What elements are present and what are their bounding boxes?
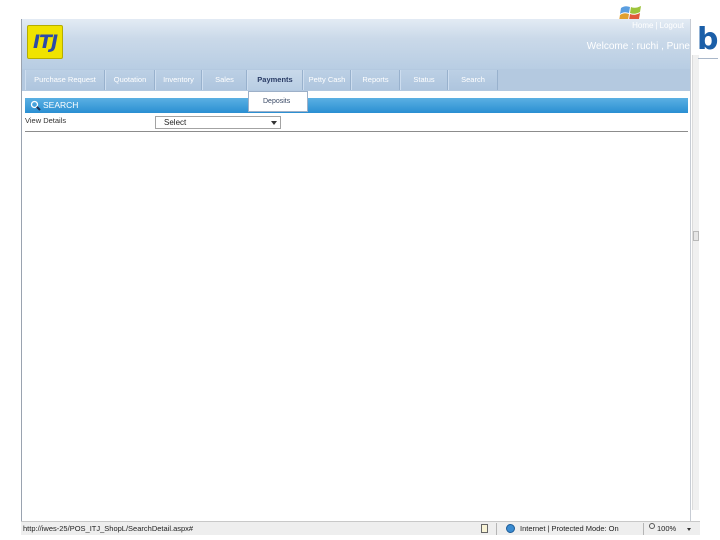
- view-details-select[interactable]: Select: [155, 116, 281, 129]
- browser-status-bar: http://iwes-25/POS_ITJ_ShopL/SearchDetai…: [21, 521, 700, 535]
- header-links: Home | Logout: [632, 21, 684, 30]
- itj-logo[interactable]: ITJ: [27, 25, 63, 59]
- status-url: http://iwes-25/POS_ITJ_ShopL/SearchDetai…: [23, 524, 194, 533]
- nav-payments[interactable]: Payments: [247, 70, 303, 90]
- page-icon: [481, 524, 488, 533]
- nav-sales[interactable]: Sales: [202, 70, 247, 90]
- logo-text: ITJ: [32, 31, 58, 53]
- nav-purchase-request[interactable]: Purchase Request: [25, 70, 105, 90]
- view-details-label: View Details: [25, 116, 67, 125]
- security-zone[interactable]: Internet | Protected Mode: On: [520, 524, 619, 533]
- side-brand-logo-icon: b: [697, 22, 719, 59]
- magnifier-icon: [30, 100, 41, 111]
- nav-inventory[interactable]: Inventory: [155, 70, 202, 90]
- search-section-header: SEARCH: [25, 98, 688, 113]
- logout-link[interactable]: Logout: [660, 21, 684, 30]
- nav-search[interactable]: Search: [448, 70, 498, 90]
- app-window: ITJ Home | Logout Welcome : ruchi , Pune P…: [21, 19, 691, 521]
- nav-status[interactable]: Status: [400, 70, 448, 90]
- home-link[interactable]: Home: [632, 21, 653, 30]
- nav-petty-cash[interactable]: Petty Cash: [303, 70, 351, 90]
- zoom-icon: [649, 523, 655, 529]
- select-value: Select: [164, 118, 187, 127]
- section-title: SEARCH: [43, 100, 79, 110]
- zoom-level[interactable]: 100%: [657, 524, 676, 533]
- chevron-down-icon: [271, 121, 277, 125]
- payments-dropdown: Deposits: [248, 91, 308, 112]
- nav-quotation[interactable]: Quotation: [105, 70, 155, 90]
- globe-icon: [506, 524, 515, 533]
- main-nav: Purchase Request Quotation Inventory Sal…: [22, 69, 690, 91]
- dropdown-item-deposits[interactable]: Deposits: [263, 98, 290, 105]
- link-separator: |: [655, 21, 658, 30]
- status-separator: [643, 523, 644, 535]
- nav-reports[interactable]: Reports: [351, 70, 400, 90]
- section-divider: [25, 131, 688, 132]
- welcome-text: Welcome : ruchi , Pune: [586, 41, 690, 52]
- app-header: ITJ Home | Logout Welcome : ruchi , Pune: [22, 19, 690, 69]
- vertical-scrollbar[interactable]: [692, 55, 699, 510]
- status-separator: [496, 523, 497, 535]
- zoom-dropdown-icon[interactable]: [687, 528, 691, 531]
- scrollbar-thumb[interactable]: [693, 231, 699, 241]
